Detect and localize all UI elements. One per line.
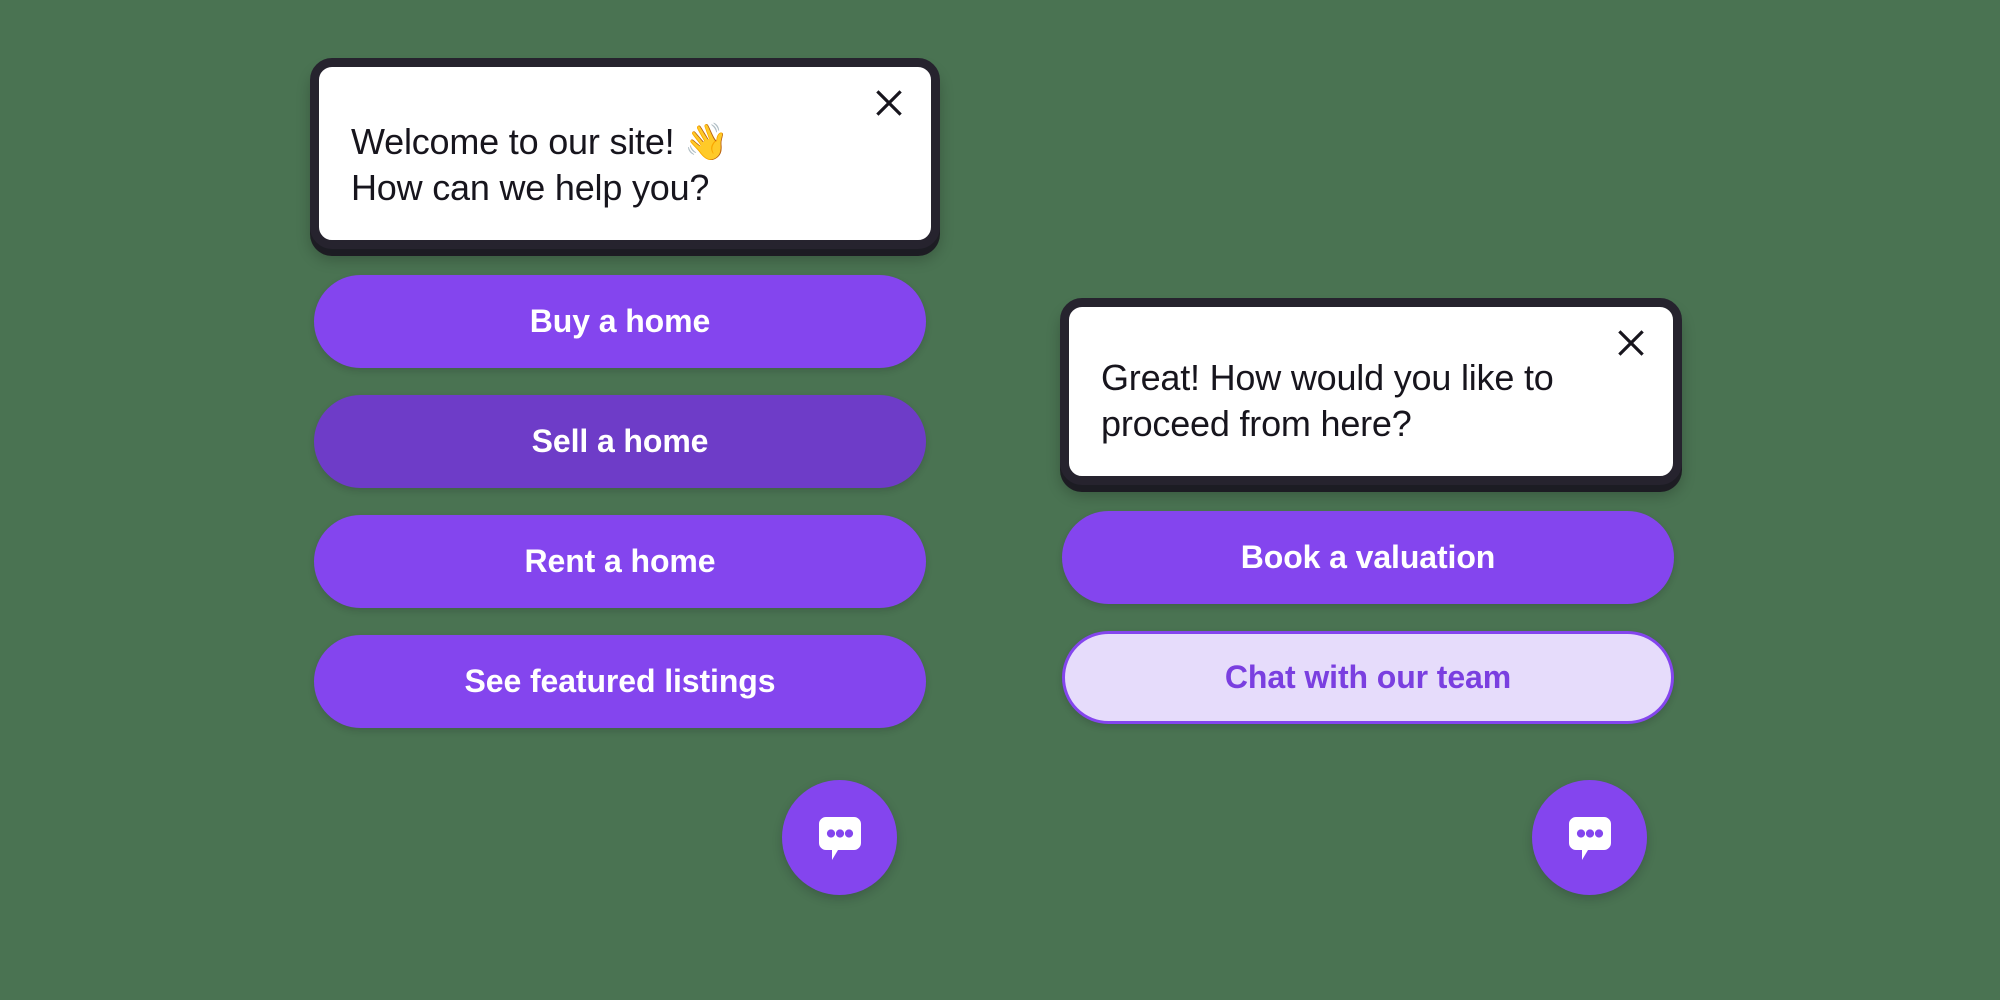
message-text: Great! How would you like to proceed fro… (1101, 357, 1554, 444)
chat-bubble-icon (1568, 816, 1611, 860)
message-card: Great! How would you like to proceed fro… (1060, 298, 1682, 486)
chat-widget-stage: Welcome to our site! 👋 How can we help y… (0, 0, 2000, 1000)
close-icon-glyph (876, 90, 902, 116)
option-label: Rent a home (524, 543, 716, 580)
option-label: Chat with our team (1224, 659, 1512, 696)
message-text: Welcome to our site! 👋 How can we help y… (351, 121, 729, 208)
option-label: See featured listings (464, 663, 776, 700)
message-card: Welcome to our site! 👋 How can we help y… (310, 58, 940, 250)
chat-launcher-button[interactable] (1532, 780, 1647, 895)
chat-bubble-icon (818, 816, 861, 860)
option-sell-a-home[interactable]: Sell a home (314, 395, 926, 489)
close-icon[interactable] (1611, 323, 1651, 363)
chat-widget-welcome: Welcome to our site! 👋 How can we help y… (310, 58, 940, 729)
option-chat-with-our-team[interactable]: Chat with our team (1062, 631, 1674, 725)
chat-widget-proceed: Great! How would you like to proceed fro… (1060, 298, 1690, 725)
close-icon[interactable] (869, 83, 909, 123)
option-buy-a-home[interactable]: Buy a home (314, 275, 926, 369)
quick-reply-options: Buy a home Sell a home Rent a home See f… (310, 275, 940, 729)
option-see-featured-listings[interactable]: See featured listings (314, 635, 926, 729)
option-label: Buy a home (529, 303, 711, 340)
option-rent-a-home[interactable]: Rent a home (314, 515, 926, 609)
option-book-a-valuation[interactable]: Book a valuation (1062, 511, 1674, 605)
option-label: Book a valuation (1240, 539, 1496, 576)
close-icon-glyph (1618, 330, 1644, 356)
chat-launcher-button[interactable] (782, 780, 897, 895)
quick-reply-options: Book a valuation Chat with our team (1060, 511, 1690, 725)
option-label: Sell a home (531, 423, 709, 460)
